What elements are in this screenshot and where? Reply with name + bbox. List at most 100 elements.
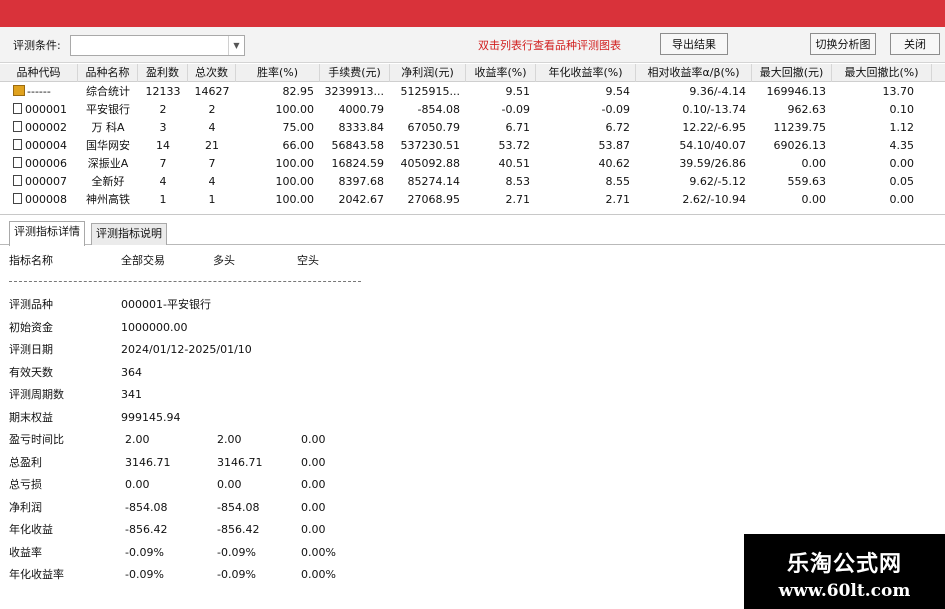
detail-value: 0.00 (125, 478, 150, 491)
table-cell: 559.63 (787, 175, 827, 188)
watermark-url: www.60lt.com (778, 581, 911, 601)
column-header[interactable]: 相对收益率α/β(%) (636, 64, 752, 82)
column-header[interactable]: 最大回撤比(%) (832, 64, 932, 82)
detail-value: 341 (121, 388, 142, 401)
detail-value: -0.09% (217, 568, 256, 581)
table-cell: 537230.51 (400, 139, 461, 152)
table-cell: 9.54 (605, 85, 631, 98)
column-header[interactable]: 品种代码 (0, 64, 78, 82)
detail-value: -0.09% (125, 568, 164, 581)
chevron-down-icon[interactable]: ▼ (228, 36, 244, 55)
detail-value: -856.42 (125, 523, 168, 536)
table-cell: 66.00 (282, 139, 315, 152)
table-cell: 综合统计 (86, 85, 130, 98)
table-cell: 4 (159, 175, 167, 188)
detail-value: -854.08 (217, 500, 260, 514)
table-cell: -854.08 (417, 103, 460, 116)
document-icon (13, 139, 22, 150)
export-button[interactable]: 导出结果 (660, 33, 728, 55)
close-button[interactable]: 关闭 (890, 33, 940, 55)
column-header[interactable]: 总次数 (188, 64, 236, 82)
table-row[interactable]: 000004 国华网安 14 21 66.00 56843.58 537230.51 53.7… (0, 137, 945, 155)
watermark-logo: 乐淘公式网 www.60lt.com (744, 534, 945, 609)
table-cell: 0.10 (889, 103, 915, 116)
table-cell: 000007 (0, 173, 78, 191)
table-cell: 85274.14 (407, 175, 461, 188)
table-row[interactable]: 000007 全新好 4 4 100.00 8397.68 85274.14 8.53 8.55… (0, 173, 945, 191)
detail-value: 000001-平安银行 (121, 298, 211, 311)
table-cell: 3 (159, 121, 167, 134)
detail-value: 2024/01/12-2025/01/10 (121, 343, 252, 356)
table-cell: 万 科A (91, 121, 125, 134)
detail-label: 初始资金 (9, 320, 53, 334)
column-header[interactable]: 年化收益率(%) (536, 64, 636, 82)
detail-label: 净利润 (9, 500, 42, 514)
table-cell: 11239.75 (773, 121, 827, 134)
detail-label: 总亏损 (9, 478, 42, 491)
code-text: ------ (27, 85, 51, 98)
table-cell: 169946.13 (766, 85, 827, 98)
tab-indicator-explanation[interactable]: 评测指标说明 (91, 223, 167, 245)
table-cell: 12133 (145, 85, 181, 98)
table-cell: 0.00 (889, 193, 915, 206)
table-cell: 1 (208, 193, 216, 206)
table-cell: 27068.95 (407, 193, 461, 206)
detail-value: -856.42 (217, 523, 260, 536)
detail-value: 0.00 (217, 478, 242, 491)
detail-tabs: 评测指标详情 评测指标说明 (0, 221, 945, 246)
table-cell: 000006 (0, 155, 78, 173)
column-header[interactable]: 收益率(%) (466, 64, 536, 82)
detail-value: 999145.94 (121, 410, 181, 424)
table-cell: 8333.84 (338, 121, 385, 134)
document-icon (13, 175, 22, 186)
table-row[interactable]: ------ 综合统计 12133 14627 82.95 3239913... 51259… (0, 83, 945, 101)
table-cell: 2.62/-10.94 (682, 193, 746, 206)
column-header[interactable]: 盈利数 (138, 64, 188, 82)
document-icon (13, 157, 22, 168)
table-cell: 8397.68 (338, 175, 385, 188)
table-row[interactable]: 000006 深振业A 7 7 100.00 16824.59 405092.88 40.51… (0, 155, 945, 173)
tab-indicator-details[interactable]: 评测指标详情 (9, 221, 85, 246)
document-icon (13, 193, 22, 204)
code-text: 000006 (25, 157, 67, 170)
switch-chart-button[interactable]: 切换分析图 (810, 33, 876, 55)
detail-value: 1000000.00 (121, 320, 188, 334)
detail-label: 收益率 (9, 545, 42, 559)
table-row[interactable]: 000008 神州高铁 1 1 100.00 2042.67 27068.95 2.71 2.7… (0, 191, 945, 209)
code-text: 000004 (25, 139, 67, 152)
results-table[interactable]: 品种代码 品种名称 盈利数 总次数 胜率(%) 手续费(元) 净利润(元) 收益率(%) 年化收… (0, 64, 945, 215)
table-cell: 6.72 (605, 121, 631, 134)
table-cell: 7 (159, 157, 167, 170)
table-cell: 0.00 (801, 193, 827, 206)
column-header[interactable]: 品种名称 (78, 64, 138, 82)
column-header[interactable]: 净利润(元) (390, 64, 466, 82)
title-bar[interactable] (0, 0, 945, 27)
toolbar: 评测条件: ▼ 双击列表行查看品种评测图表 导出结果 切换分析图 关闭 (0, 27, 945, 63)
table-cell: 0.00 (801, 157, 827, 170)
table-row[interactable]: 000002 万 科A 3 4 75.00 8333.84 67050.79 6.71 6.72… (0, 119, 945, 137)
table-cell: 2.71 (605, 193, 631, 206)
detail-label: 年化收益 (9, 523, 53, 536)
detail-label: 盈亏时间比 (9, 433, 64, 446)
column-header[interactable]: 胜率(%) (236, 64, 320, 82)
table-cell: 7 (208, 157, 216, 170)
table-cell: 75.00 (282, 121, 315, 134)
table-cell: 4.35 (889, 139, 915, 152)
detail-value: 2.00 (125, 433, 150, 446)
condition-select[interactable]: ▼ (70, 35, 245, 56)
detail-value: 0.00 (301, 500, 326, 514)
table-cell: 0.05 (889, 175, 915, 188)
column-header[interactable]: 最大回撤(元) (752, 64, 832, 82)
detail-value: -854.08 (125, 500, 168, 514)
table-cell: ------ (0, 83, 78, 101)
table-cell: 3239913... (324, 85, 384, 98)
table-header: 品种代码 品种名称 盈利数 总次数 胜率(%) 手续费(元) 净利润(元) 收益率(%) 年化收… (0, 64, 945, 82)
table-cell: 4000.79 (338, 103, 385, 116)
table-cell: 000002 (0, 119, 78, 137)
column-header[interactable]: 手续费(元) (320, 64, 390, 82)
table-cell: 21 (205, 139, 219, 152)
table-cell: 54.10/40.07 (679, 139, 746, 152)
table-row[interactable]: 000001 平安银行 2 2 100.00 4000.79 -854.08 -0.09 -0.… (0, 101, 945, 119)
table-cell: 53.72 (498, 139, 531, 152)
table-cell: 神州高铁 (86, 193, 130, 206)
